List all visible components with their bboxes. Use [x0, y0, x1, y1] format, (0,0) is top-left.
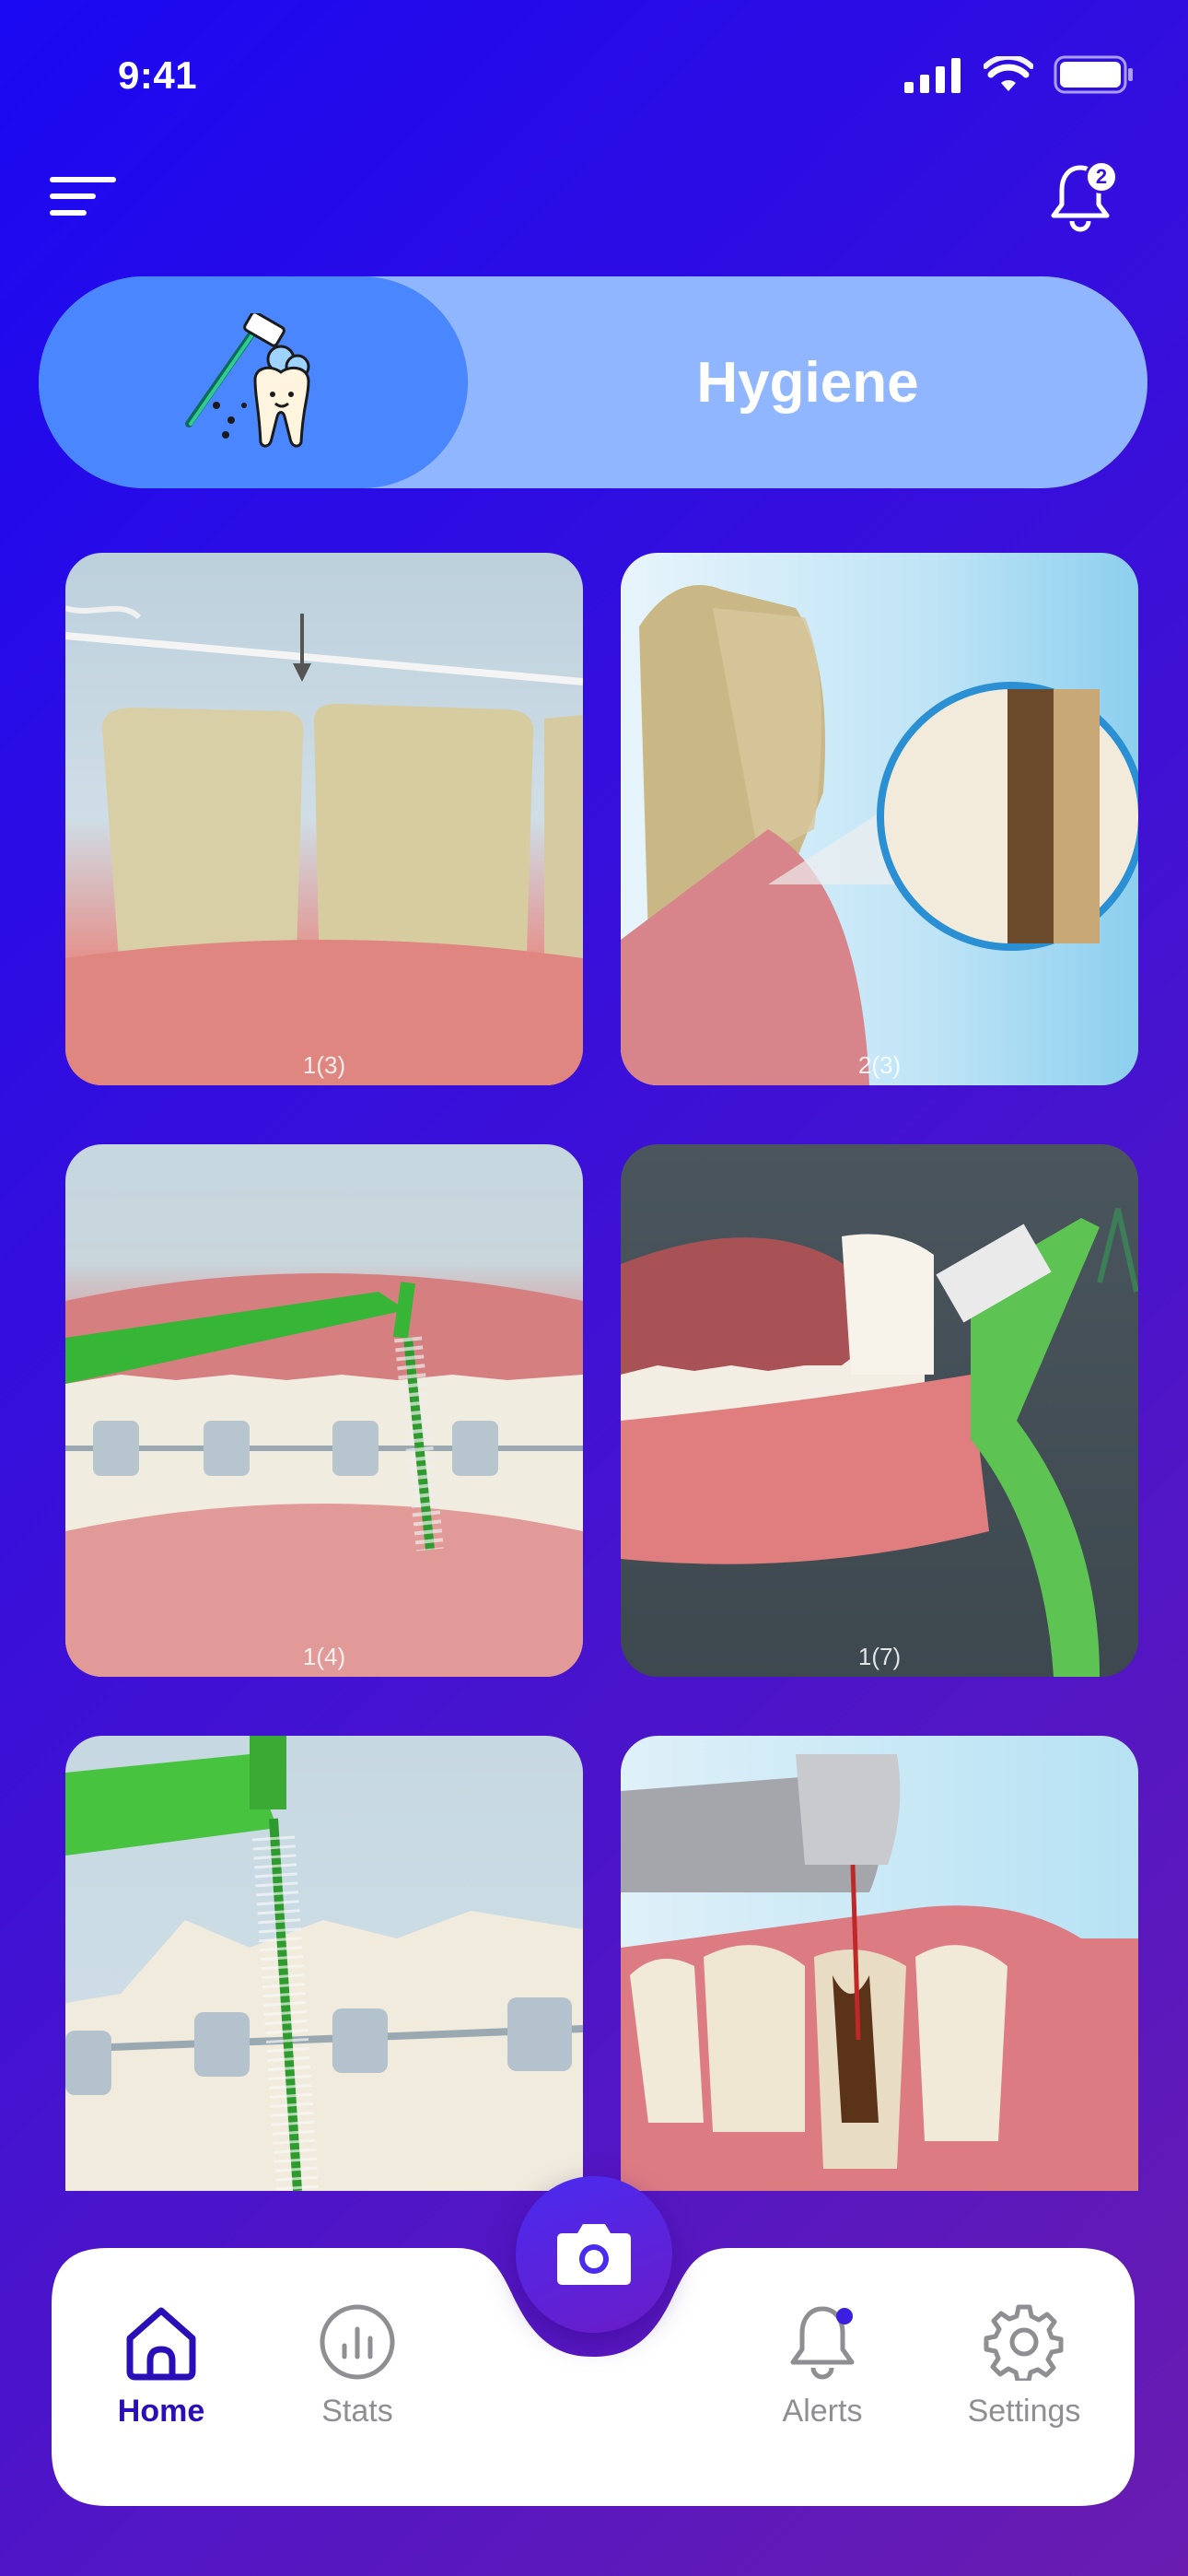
home-icon [126, 2307, 196, 2381]
interdental-brush-illustration [65, 1273, 583, 1677]
tab-settings-label: Settings [967, 2394, 1081, 2429]
video-card-tooth-enamel[interactable]: 2(3) [621, 553, 1138, 1085]
stats-icon [320, 2304, 395, 2380]
category-title: Hygiene [696, 350, 919, 415]
category-selector[interactable]: Hygiene [39, 276, 1147, 488]
tab-alerts-label: Alerts [782, 2394, 863, 2429]
root-canal-drill-illustration [621, 1754, 1138, 2191]
menu-icon-line [50, 210, 87, 216]
tab-settings[interactable]: Settings [941, 2303, 1107, 2460]
tab-home[interactable]: Home [78, 2303, 244, 2460]
toothbrush-lower-jaw-illustration [621, 1208, 1138, 1677]
tab-stats-label: Stats [321, 2394, 393, 2429]
notification-badge: 2 [1085, 160, 1118, 193]
battery-icon [1054, 55, 1133, 94]
camera-button[interactable] [516, 2176, 672, 2333]
video-card-braces-brush[interactable] [65, 1736, 583, 2191]
card-caption: 2(3) [857, 1051, 902, 1079]
braces-brush-illustration [65, 1736, 583, 2191]
card-caption: 1(4) [302, 1643, 346, 1670]
video-card-interdental-brush[interactable]: 1(4) [65, 1144, 583, 1677]
camera-icon [557, 2224, 631, 2285]
video-card-flossing[interactable]: 1(3) [65, 553, 583, 1085]
tab-home-label: Home [117, 2394, 205, 2429]
status-time: 9:41 [118, 53, 198, 97]
category-icon-container [39, 276, 468, 488]
notifications-button[interactable]: 2 [1048, 160, 1118, 232]
gear-icon [984, 2304, 1064, 2381]
tooth-toothbrush-icon [185, 313, 310, 448]
menu-icon-line [50, 177, 116, 182]
tooth-enamel-illustration [621, 585, 1138, 1085]
card-caption: 1(7) [857, 1643, 902, 1670]
wifi-icon [984, 56, 1033, 91]
alerts-bell-icon [790, 2306, 855, 2380]
video-card-root-canal[interactable] [621, 1736, 1138, 2191]
card-caption: 1(3) [302, 1051, 346, 1079]
tab-stats[interactable]: Stats [274, 2303, 440, 2460]
video-card-tongue-brushing[interactable]: 1(7) [621, 1144, 1138, 1677]
menu-button[interactable] [50, 173, 123, 219]
menu-icon-line [50, 193, 96, 199]
status-icons [904, 55, 1135, 94]
flossing-illustration [65, 605, 583, 1085]
tab-alerts[interactable]: Alerts [740, 2303, 905, 2460]
cellular-signal-icon [904, 58, 961, 93]
